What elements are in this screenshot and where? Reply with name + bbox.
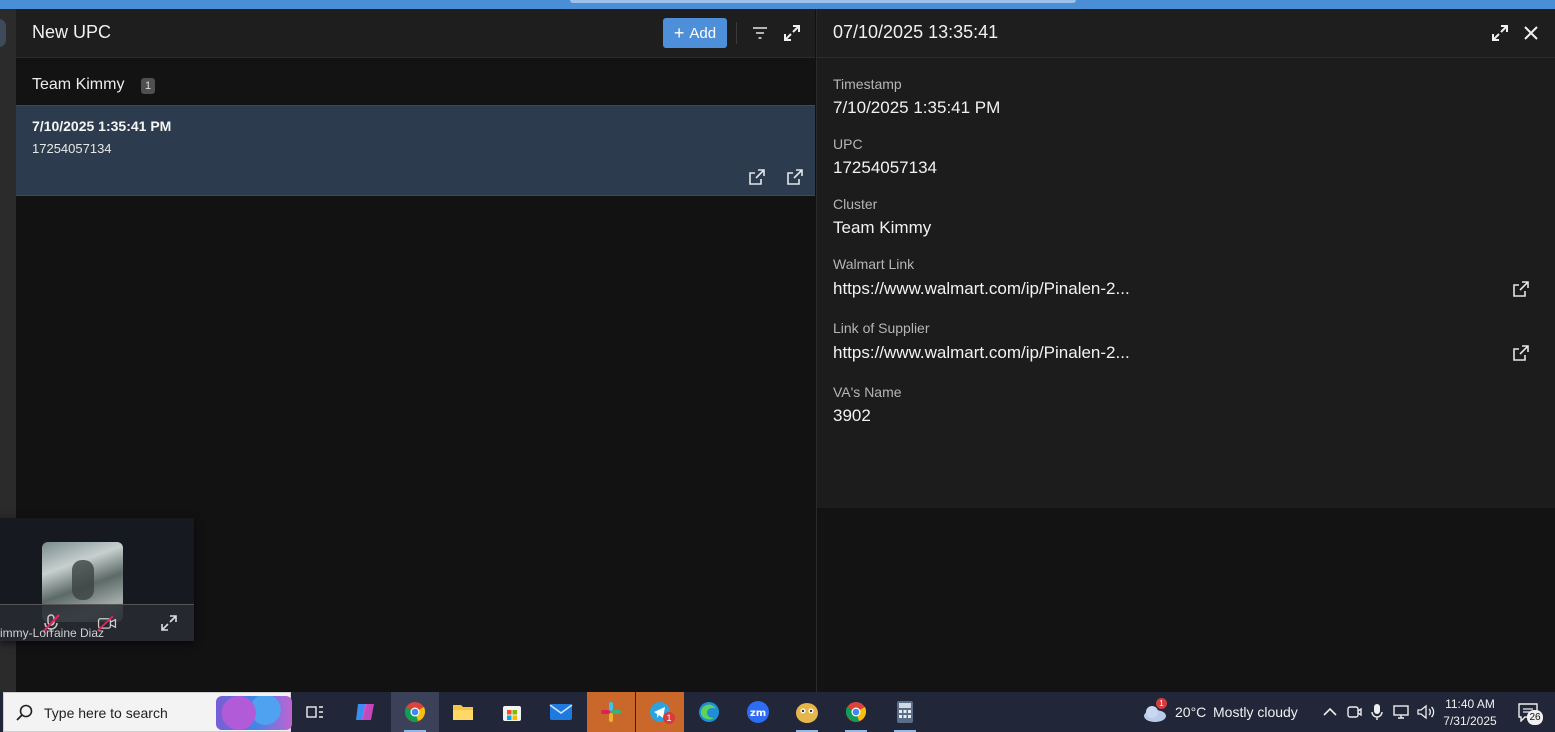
add-button-label: Add [689,24,717,42]
add-button[interactable]: + Add [663,18,727,48]
open-supplier-link-icon[interactable] [784,166,806,188]
expand-icon[interactable] [781,22,803,44]
weather-temp[interactable]: 20°C [1175,704,1206,720]
taskbar: Type here to search 1 zm 1 20°C Mostly c… [0,692,1555,732]
detail-title: 07/10/2025 13:35:41 [833,22,999,42]
fullscreen-icon[interactable] [158,612,180,634]
list-item-upc: 17254057134 [32,141,112,156]
clock-time: 11:40 AM [1445,697,1495,711]
mail-icon[interactable] [537,692,585,732]
va-name-label: VA's Name [833,384,902,400]
taskbar-clock[interactable]: 11:40 AM 7/31/2025 [1438,696,1502,730]
filter-icon[interactable] [749,22,771,44]
notification-count-badge: 26 [1527,710,1543,725]
va-name-value: 3902 [833,406,871,425]
search-icon [16,704,33,721]
edge-knob[interactable] [0,19,6,47]
telegram-badge: 1 [663,712,675,724]
walmart-link-value[interactable]: https://www.walmart.com/ip/Pinalen-2... [833,279,1130,299]
app-character-icon[interactable] [783,692,831,732]
slack-icon[interactable] [587,692,635,732]
close-icon[interactable] [1520,22,1542,44]
open-walmart-link-icon[interactable] [746,166,768,188]
meet-now-icon[interactable] [1342,692,1366,732]
upc-label: UPC [833,136,863,152]
search-placeholder: Type here to search [44,705,168,721]
upc-value: 17254057134 [833,158,938,177]
open-walmart-link-icon[interactable] [1510,278,1532,300]
plus-icon: + [673,23,685,43]
chrome-profile-icon[interactable] [832,692,880,732]
header-divider [736,22,737,44]
walmart-link-label: Walmart Link [833,256,915,272]
list-header: New UPC + Add [16,9,815,58]
chrome-icon[interactable] [391,692,439,732]
weather-icon[interactable]: 1 [1136,692,1174,732]
list-item-timestamp: 7/10/2025 1:35:41 PM [32,118,172,134]
list-item[interactable]: 7/10/2025 1:35:41 PM 17254057134 [16,105,815,196]
open-supplier-link-icon[interactable] [1510,342,1532,364]
chevron-up-icon[interactable] [1318,692,1342,732]
group-label: Team Kimmy [32,76,125,93]
calculator-icon[interactable] [881,692,929,732]
zoom-icon[interactable]: zm [734,692,782,732]
participant-name: immy-Lorraine Diaz [0,626,105,640]
volume-icon[interactable] [1414,692,1438,732]
supplier-link-value[interactable]: https://www.walmart.com/ip/Pinalen-2... [833,343,1130,363]
detail-body: Timestamp 7/10/2025 1:35:41 PM UPC 17254… [817,58,1555,508]
timestamp-label: Timestamp [833,76,902,92]
microphone-icon[interactable] [1366,692,1388,732]
top-bar-handle [570,0,1076,3]
microsoft-store-icon[interactable] [488,692,536,732]
detail-panel: 07/10/2025 13:35:41 Timestamp 7/10/2025 … [816,9,1555,692]
group-count-badge: 1 [141,78,155,94]
task-view-icon[interactable] [291,692,339,732]
weather-condition[interactable]: Mostly cloudy [1213,704,1298,720]
supplier-link-label: Link of Supplier [833,320,930,336]
cluster-value: Team Kimmy [833,218,932,237]
search-highlight-art [216,696,292,730]
cluster-label: Cluster [833,196,878,212]
detail-header: 07/10/2025 13:35:41 [817,9,1555,58]
telegram-icon[interactable]: 1 [636,692,684,732]
timestamp-value: 7/10/2025 1:35:41 PM [833,98,1001,117]
list-title: New UPC [32,22,112,42]
expand-detail-icon[interactable] [1489,22,1511,44]
weather-alert-badge: 1 [1156,698,1167,709]
video-call-overlay[interactable]: immy-Lorraine Diaz [0,518,194,641]
notification-center-icon[interactable]: 26 [1508,692,1548,732]
clock-date: 7/31/2025 [1443,714,1497,728]
network-icon[interactable] [1390,692,1412,732]
group-header-team-kimmy[interactable]: Team Kimmy 1 [16,59,815,105]
taskbar-search[interactable]: Type here to search [3,692,292,732]
browser-top-bar [0,0,1555,9]
svg-text:zm: zm [750,708,766,719]
edge-icon[interactable] [685,692,733,732]
file-explorer-icon[interactable] [439,692,487,732]
copilot-icon[interactable] [341,692,389,732]
